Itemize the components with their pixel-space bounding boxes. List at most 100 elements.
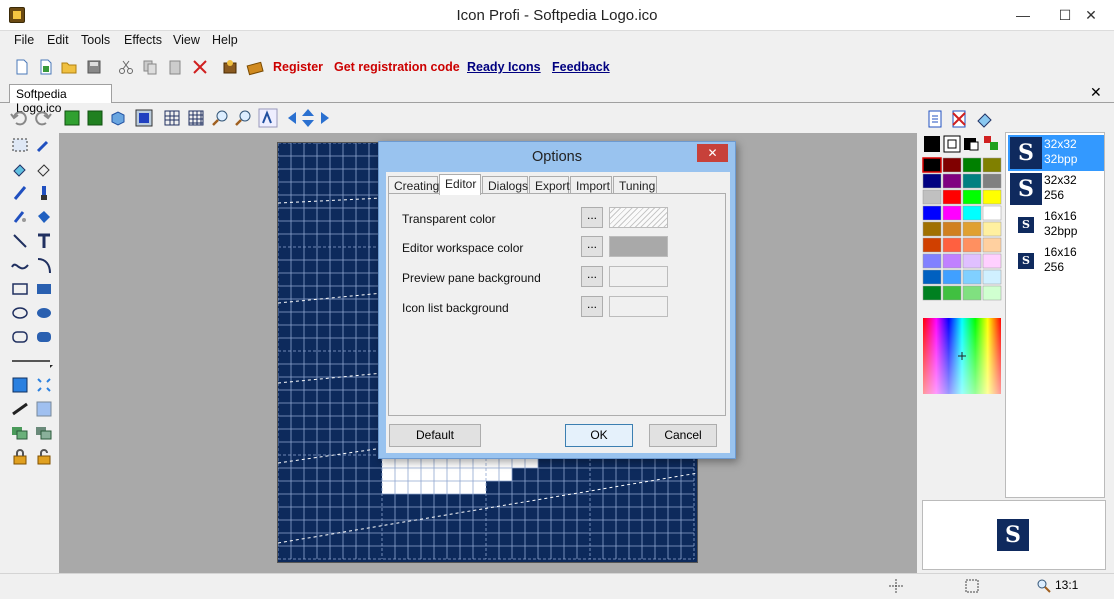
new-file-icon[interactable]	[13, 58, 31, 76]
pencil-icon[interactable]	[10, 183, 30, 203]
menu-view[interactable]: View	[173, 33, 200, 47]
format-depth-label: 32bpp	[1044, 224, 1078, 238]
right-panel: S 32x32 32bpp S 32x32 256 S 16x16 32bpp S 1…	[918, 104, 1114, 574]
feedback-link[interactable]: Feedback	[552, 60, 610, 74]
delete-icon[interactable]	[191, 58, 209, 76]
copy-layer-icon[interactable]	[10, 423, 30, 443]
close-document-icon[interactable]: ✕	[1090, 84, 1102, 101]
new-from-template-icon[interactable]	[37, 58, 55, 76]
menu-effects[interactable]: Effects	[124, 33, 162, 47]
zoom-out-icon[interactable]	[233, 108, 253, 128]
ready-icons-link[interactable]: Ready Icons	[467, 60, 541, 74]
icon-thumbnail: S	[1018, 217, 1034, 233]
stroke-style-icon[interactable]	[10, 399, 30, 419]
rect-select-icon[interactable]	[10, 135, 30, 155]
3d-cube-icon[interactable]	[108, 108, 128, 128]
pixel-grid-icon[interactable]	[186, 108, 206, 128]
ok-button[interactable]: OK	[565, 424, 633, 447]
gradient-fill-icon[interactable]	[34, 399, 54, 419]
add-format-icon[interactable]	[927, 110, 943, 128]
minimize-button[interactable]: —	[1000, 0, 1046, 30]
color-palette-graphic[interactable]	[922, 134, 1002, 404]
register-link[interactable]: Register	[273, 60, 323, 74]
resource-extract-icon[interactable]	[221, 58, 239, 76]
fill-mode-icon[interactable]	[10, 375, 30, 395]
rectangle-filled-icon[interactable]	[34, 279, 54, 299]
menu-help[interactable]: Help	[212, 33, 238, 47]
merge-layer-icon[interactable]	[34, 423, 54, 443]
format-depth-label: 256	[1044, 260, 1065, 274]
default-button[interactable]: Default	[389, 424, 481, 447]
clear-format-icon[interactable]	[975, 110, 995, 128]
tab-tuning[interactable]: Tuning	[613, 176, 657, 194]
preview-pane-background-label: Preview pane background	[402, 271, 541, 285]
copy-icon[interactable]	[141, 58, 159, 76]
grid-icon[interactable]	[162, 108, 182, 128]
lock-icon[interactable]	[10, 447, 30, 467]
icon-format-item[interactable]: S 16x16 256	[1008, 243, 1104, 279]
delete-format-icon[interactable]	[951, 110, 967, 128]
dialog-title: Options	[532, 149, 582, 165]
get-registration-code-link[interactable]: Get registration code	[334, 60, 460, 74]
background-toggle-icon[interactable]	[134, 108, 154, 128]
icon-list-background-swatch	[609, 296, 668, 317]
preview-pane-background-button[interactable]: ...	[581, 266, 603, 287]
preview-pane: S	[922, 500, 1106, 570]
tab-import[interactable]: Import	[570, 176, 612, 194]
transparency-mode-icon[interactable]	[34, 375, 54, 395]
layer-back-icon[interactable]	[85, 108, 105, 128]
icon-format-item[interactable]: S 16x16 32bpp	[1008, 207, 1104, 243]
tab-creating[interactable]: Creating	[388, 176, 439, 194]
icon-list-background-label: Icon list background	[402, 301, 509, 315]
menu-bar: File Edit Tools Effects View Help	[0, 31, 1114, 51]
status-bar: 13:1	[0, 573, 1114, 599]
zoom-in-icon[interactable]	[210, 108, 230, 128]
undo-icon[interactable]	[9, 108, 29, 128]
menu-edit[interactable]: Edit	[47, 33, 69, 47]
cancel-button[interactable]: Cancel	[649, 424, 717, 447]
eraser-icon[interactable]	[10, 159, 30, 179]
selection-size-icon	[965, 579, 979, 593]
line-width-icon[interactable]	[10, 351, 54, 371]
open-folder-icon[interactable]	[60, 58, 78, 76]
brush-icon[interactable]	[34, 183, 54, 203]
tab-editor[interactable]: Editor	[439, 174, 481, 195]
rounded-rect-filled-icon[interactable]	[34, 327, 54, 347]
menu-tools[interactable]: Tools	[81, 33, 110, 47]
arc-icon[interactable]	[34, 255, 54, 275]
library-book-icon[interactable]	[246, 58, 264, 76]
curve-icon[interactable]	[10, 255, 30, 275]
icon-format-item[interactable]: S 32x32 256	[1008, 171, 1104, 207]
dialog-close-button[interactable]: ✕	[697, 144, 728, 162]
transparent-color-button[interactable]: ...	[581, 207, 603, 228]
icon-list-background-button[interactable]: ...	[581, 296, 603, 317]
zoom-fit-icon[interactable]	[258, 108, 278, 128]
color-picker-icon[interactable]	[34, 135, 54, 155]
airbrush-icon[interactable]	[10, 207, 30, 227]
color-palette	[922, 134, 1002, 407]
icon-thumbnail: S	[1018, 253, 1034, 269]
paste-icon[interactable]	[166, 58, 184, 76]
eraser-shape-icon[interactable]	[34, 159, 54, 179]
ellipse-filled-icon[interactable]	[34, 303, 54, 323]
redo-icon[interactable]	[33, 108, 53, 128]
ellipse-outline-icon[interactable]	[10, 303, 30, 323]
layer-front-icon[interactable]	[62, 108, 82, 128]
editor-toolbar	[0, 104, 920, 132]
line-icon[interactable]	[10, 231, 30, 251]
rectangle-outline-icon[interactable]	[10, 279, 30, 299]
cut-icon[interactable]	[117, 58, 135, 76]
text-tool-icon[interactable]	[34, 231, 54, 251]
rounded-rect-outline-icon[interactable]	[10, 327, 30, 347]
fill-bucket-icon[interactable]	[34, 207, 54, 227]
document-tab[interactable]: Softpedia Logo.ico	[9, 84, 112, 115]
save-icon[interactable]	[85, 58, 103, 76]
tab-export[interactable]: Export	[529, 176, 570, 194]
unlock-icon[interactable]	[34, 447, 54, 467]
menu-file[interactable]: File	[14, 33, 34, 47]
icon-format-item[interactable]: S 32x32 32bpp	[1008, 135, 1104, 171]
editor-workspace-color-button[interactable]: ...	[581, 236, 603, 257]
shift-right-icon[interactable]	[315, 108, 335, 128]
close-button[interactable]: ✕	[1068, 0, 1114, 30]
tab-dialogs[interactable]: Dialogs	[482, 176, 528, 194]
